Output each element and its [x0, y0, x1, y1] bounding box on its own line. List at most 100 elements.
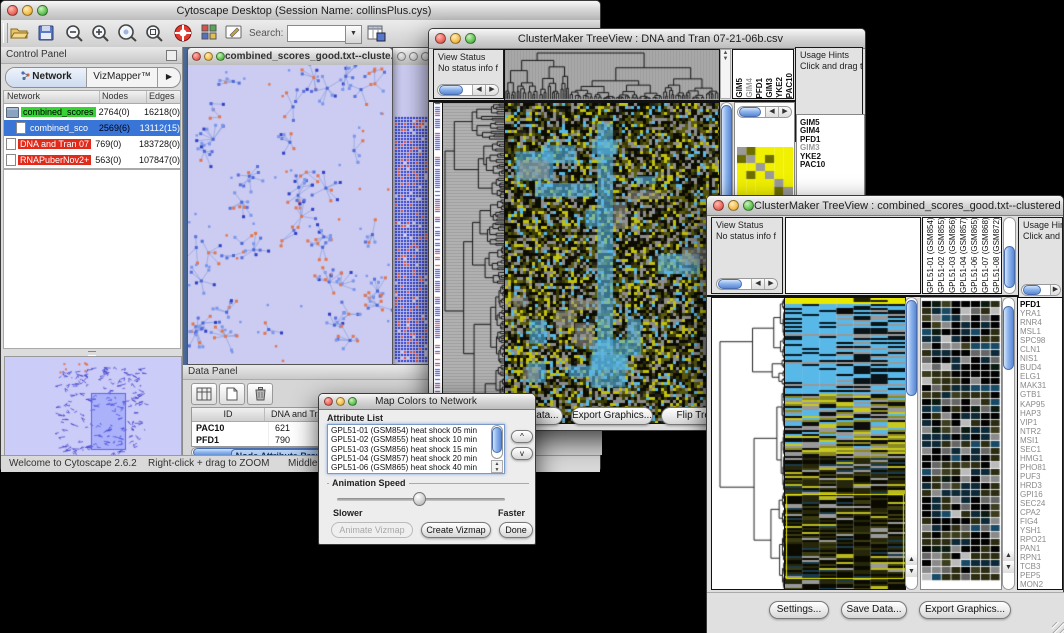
column-label[interactable]: GIM5: [735, 78, 744, 98]
column-label[interactable]: GPL51-01 (GSM854): [926, 220, 935, 293]
minimize-button[interactable]: [22, 5, 33, 16]
zoom-button[interactable]: [465, 33, 476, 44]
network-canvas-2[interactable]: [393, 65, 433, 364]
birdseye-overview[interactable]: [4, 356, 182, 456]
close-button[interactable]: [435, 33, 446, 44]
gene-list-item[interactable]: PAN1: [1020, 544, 1062, 553]
network-table-row[interactable]: RNAPuberNov2+563(0)107847(0): [4, 152, 180, 168]
network-table-row[interactable]: combined_sco2569(6)13112(15): [4, 120, 180, 136]
treeview1-row-dendrogram[interactable]: [442, 102, 506, 424]
minimize-button[interactable]: [204, 52, 213, 61]
gene-list-item[interactable]: MAK31: [1020, 381, 1062, 390]
network-canvas-1[interactable]: [188, 65, 392, 364]
gene-list-item[interactable]: SEC1: [1020, 445, 1062, 454]
column-header[interactable]: Nodes: [100, 91, 147, 103]
gene-list-item[interactable]: GPI16: [1020, 490, 1062, 499]
column-label[interactable]: GPL51-08 (GSM872): [992, 220, 1001, 293]
treeview2-vscrollbar[interactable]: ▲▼: [905, 297, 918, 590]
gene-list-item[interactable]: YRA1: [1020, 309, 1062, 318]
list-scroll-arrows[interactable]: ▲▼: [491, 460, 503, 473]
zoom-out-icon[interactable]: [65, 24, 85, 48]
gene-list-item[interactable]: SEC24: [1020, 499, 1062, 508]
network-name-cell[interactable]: DNA and Tran 07: [4, 138, 93, 150]
zoom-button[interactable]: [348, 397, 357, 406]
save-data-button[interactable]: Save Data...: [841, 601, 907, 619]
treeview1-column-scroll-strip[interactable]: ▲▼: [720, 49, 731, 99]
main-title-bar[interactable]: Cytoscape Desktop (Session Name: collins…: [1, 1, 600, 21]
view-status-hscrollbar[interactable]: ◀▶: [437, 84, 499, 96]
network-window-1-title-bar[interactable]: combined_scores_good.txt--cluste...: [188, 48, 392, 66]
network-table-row[interactable]: combined_scores2764(0)16218(0): [4, 104, 180, 120]
gene-list-item[interactable]: ELG1: [1020, 372, 1062, 381]
zoom-fit-icon[interactable]: [145, 24, 165, 48]
zoom-button[interactable]: [743, 200, 754, 211]
zoom-button[interactable]: [37, 5, 48, 16]
column-label[interactable]: GIM3: [765, 78, 774, 98]
treeview2-zoom-vscrollbar[interactable]: ▲▼: [1002, 297, 1015, 590]
column-label[interactable]: YKE2: [775, 77, 784, 98]
column-header[interactable]: ID: [192, 408, 265, 421]
close-button[interactable]: [7, 5, 18, 16]
treeview2-heatmap[interactable]: [784, 297, 906, 590]
search-dropdown-button[interactable]: ▼: [345, 25, 362, 44]
network-window-2-title-bar[interactable]: [393, 48, 433, 66]
gene-list-item[interactable]: HMG1: [1020, 454, 1062, 463]
gene-list-item[interactable]: PEP5: [1020, 571, 1062, 580]
minimize-button[interactable]: [450, 33, 461, 44]
gene-list-item[interactable]: MSI1: [1020, 436, 1062, 445]
column-label[interactable]: PAC10: [785, 73, 794, 98]
speed-slider-thumb[interactable]: [413, 492, 426, 506]
gene-list-item[interactable]: PFD1: [1020, 300, 1062, 309]
treeview1-heatmap[interactable]: [504, 102, 720, 424]
column-label[interactable]: GPL51-07 (GSM868): [981, 220, 990, 293]
view-status-hscrollbar[interactable]: ◀▶: [716, 278, 778, 290]
tab-network[interactable]: Network: [6, 68, 87, 87]
minimize-button[interactable]: [336, 397, 345, 406]
tab-overflow-button[interactable]: ▶: [157, 68, 180, 87]
close-button[interactable]: [324, 397, 333, 406]
column-label[interactable]: GIM4: [745, 78, 754, 98]
column-label[interactable]: PFD1: [755, 78, 764, 98]
close-button[interactable]: [713, 200, 724, 211]
network-name-cell[interactable]: RNAPuberNov2+: [4, 154, 93, 166]
resize-grip[interactable]: [1052, 622, 1064, 633]
move-up-button[interactable]: ^: [511, 430, 533, 443]
attribute-list-item[interactable]: GPL51-02 (GSM855) heat shock 10 min: [331, 435, 504, 444]
new-attribute-icon[interactable]: [219, 383, 245, 405]
map-dialog-title-bar[interactable]: Map Colors to Network: [319, 394, 535, 410]
toolbar-drag-handle[interactable]: [3, 23, 8, 43]
panel-resize-handle[interactable]: [3, 350, 181, 355]
attribute-table-icon[interactable]: [191, 383, 217, 405]
treeview2-zoom-heatmap[interactable]: [920, 297, 1002, 590]
gene-list-item[interactable]: FIG4: [1020, 517, 1062, 526]
column-label[interactable]: GPL51-06 (GSM865): [970, 220, 979, 293]
scrollbar-thumb[interactable]: [906, 300, 917, 396]
gene-list-item[interactable]: RNR4: [1020, 318, 1062, 327]
import-table-icon[interactable]: [367, 24, 386, 47]
gene-list-item[interactable]: SPC98: [1020, 336, 1062, 345]
attribute-list-item[interactable]: GPL51-06 (GSM865) heat shock 40 min: [331, 463, 504, 472]
attribute-list-item[interactable]: GPL51-04 (GSM857) heat shock 20 min: [331, 454, 504, 463]
open-file-icon[interactable]: [9, 24, 29, 47]
gene-list-item[interactable]: CPA2: [1020, 508, 1062, 517]
gene-list-item[interactable]: MON2: [1020, 580, 1062, 589]
usage-hints-hscrollbar[interactable]: ▶: [1021, 284, 1061, 296]
gene-list-item[interactable]: KAP95: [1020, 400, 1062, 409]
gene-list-item[interactable]: PHO81: [1020, 463, 1062, 472]
float-panel-icon[interactable]: [166, 50, 177, 61]
gene-list-item[interactable]: RPO21: [1020, 535, 1062, 544]
attribute-list-item[interactable]: GPL51-01 (GSM854) heat shock 05 min: [331, 426, 504, 435]
search-input[interactable]: [287, 25, 347, 42]
settings-button[interactable]: Settings...: [769, 601, 829, 619]
gene-list-item[interactable]: HAP3: [1020, 409, 1062, 418]
minimize-button[interactable]: [728, 200, 739, 211]
annotation-icon[interactable]: [225, 24, 244, 46]
move-down-button[interactable]: v: [511, 447, 533, 460]
gene-list-item[interactable]: RPN1: [1020, 553, 1062, 562]
close-button[interactable]: [192, 52, 201, 61]
network-table-row[interactable]: DNA and Tran 07769(0)183728(0): [4, 136, 180, 152]
network-name-cell[interactable]: combined_sco: [4, 122, 97, 134]
treeview2-row-dendrogram[interactable]: [711, 297, 785, 590]
scrollbar-thumb[interactable]: [1003, 306, 1014, 370]
save-icon[interactable]: [37, 24, 55, 47]
